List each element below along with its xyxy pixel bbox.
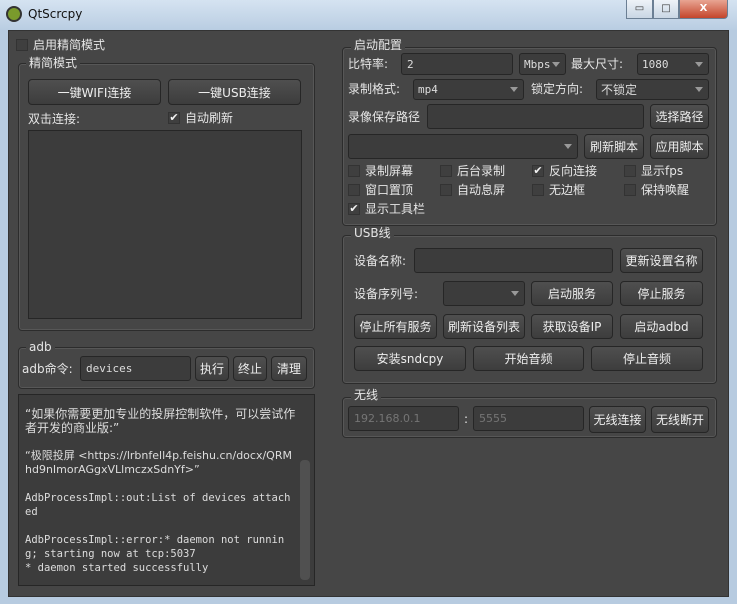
- record-path-label: 录像保存路径: [348, 110, 421, 124]
- wireless-connect-button[interactable]: 无线连接: [589, 406, 646, 433]
- chevron-down-icon: [552, 61, 560, 67]
- group-title: 启动配置: [351, 38, 406, 52]
- stop-service-button[interactable]: 停止服务: [620, 281, 703, 306]
- checkbox-box[interactable]: [16, 39, 28, 51]
- serial-label: 设备序列号:: [354, 287, 419, 301]
- device-name-input[interactable]: [414, 248, 613, 273]
- record-path-input[interactable]: [427, 104, 644, 129]
- refresh-script-button[interactable]: 刷新脚本: [584, 134, 644, 159]
- checkbox-box[interactable]: [624, 184, 636, 196]
- chevron-down-icon: [564, 144, 572, 149]
- device-list[interactable]: [28, 130, 302, 319]
- refresh-devices-button[interactable]: 刷新设备列表: [443, 314, 525, 339]
- log-line: AdbProcessImpl::error:* daemon not runni…: [25, 534, 285, 574]
- start-audio-button[interactable]: 开始音频: [473, 346, 584, 371]
- option-checkbox[interactable]: 录制屏幕: [348, 164, 413, 178]
- record-format-combo[interactable]: mp4: [413, 79, 524, 100]
- start-adbd-button[interactable]: 启动adbd: [620, 314, 703, 339]
- adb-command-input[interactable]: devices: [80, 356, 191, 381]
- bitrate-input[interactable]: 2: [401, 53, 513, 75]
- check-icon[interactable]: ✔: [168, 112, 180, 124]
- usb-connect-button[interactable]: 一键USB连接: [168, 79, 301, 105]
- option-checkbox[interactable]: ✔ 显示工具栏: [348, 202, 425, 216]
- wireless-disconnect-button[interactable]: 无线断开: [651, 406, 709, 433]
- bitrate-unit-combo[interactable]: Mbps: [519, 53, 566, 75]
- double-click-label: 双击连接:: [28, 112, 81, 126]
- install-sndcpy-button[interactable]: 安装sndcpy: [354, 346, 466, 371]
- checkbox-box[interactable]: [624, 165, 636, 177]
- simple-mode-checkbox[interactable]: 启用精简模式: [16, 38, 105, 52]
- log-output[interactable]: “如果你需要更加专业的投屏控制软件，可以尝试作者开发的商业版:” “极限投屏 <…: [18, 394, 315, 586]
- option-checkbox[interactable]: 自动息屏: [440, 183, 505, 197]
- log-line: “如果你需要更加专业的投屏控制软件，可以尝试作者开发的商业版:”: [25, 407, 296, 435]
- ip-input[interactable]: [348, 406, 459, 431]
- wifi-connect-button[interactable]: 一键WIFI连接: [28, 79, 161, 105]
- apply-script-button[interactable]: 应用脚本: [650, 134, 709, 159]
- max-size-label: 最大尺寸:: [571, 57, 624, 71]
- chevron-down-icon: [511, 291, 519, 296]
- lock-orientation-label: 锁定方向:: [531, 82, 584, 96]
- check-icon[interactable]: ✔: [532, 165, 544, 177]
- checkbox-box[interactable]: [440, 184, 452, 196]
- execute-button[interactable]: 执行: [195, 356, 229, 381]
- window-title: QtScrcpy: [28, 7, 83, 21]
- select-path-button[interactable]: 选择路径: [650, 104, 709, 129]
- option-checkbox[interactable]: ✔ 反向连接: [532, 164, 597, 178]
- stop-audio-button[interactable]: 停止音频: [591, 346, 703, 371]
- close-button[interactable]: X: [679, 0, 728, 19]
- group-title: 精简模式: [26, 56, 81, 70]
- option-checkbox[interactable]: 保持唤醒: [624, 183, 689, 197]
- checkbox-box[interactable]: [348, 165, 360, 177]
- checkbox-box[interactable]: [440, 165, 452, 177]
- record-format-label: 录制格式:: [348, 82, 401, 96]
- clear-button[interactable]: 清理: [271, 356, 307, 381]
- title-bar[interactable]: QtScrcpy ▭ □ X: [0, 0, 737, 30]
- chevron-down-icon: [510, 87, 518, 92]
- lock-orientation-combo[interactable]: 不锁定: [596, 79, 709, 100]
- device-name-label: 设备名称:: [354, 254, 407, 268]
- chevron-down-icon: [695, 61, 703, 67]
- max-size-combo[interactable]: 1080: [637, 53, 709, 75]
- start-service-button[interactable]: 启动服务: [531, 281, 613, 306]
- adb-command-label: adb命令:: [22, 362, 73, 376]
- group-title: adb: [26, 340, 55, 354]
- script-combo[interactable]: [348, 134, 578, 159]
- auto-refresh-checkbox[interactable]: ✔ 自动刷新: [168, 111, 233, 125]
- update-name-button[interactable]: 更新设置名称: [620, 248, 703, 273]
- group-title: 无线: [351, 388, 382, 402]
- maximize-button[interactable]: □: [653, 0, 679, 19]
- minimize-button[interactable]: ▭: [626, 0, 653, 19]
- log-line: “极限投屏 <https://lrbnfell4p.feishu.cn/docx…: [25, 449, 292, 476]
- checkbox-box[interactable]: [348, 184, 360, 196]
- option-checkbox[interactable]: 无边框: [532, 183, 585, 197]
- check-icon[interactable]: ✔: [348, 203, 360, 215]
- terminate-button[interactable]: 终止: [233, 356, 267, 381]
- group-title: USB线: [351, 226, 394, 240]
- option-checkbox[interactable]: 窗口置顶: [348, 183, 413, 197]
- checkbox-box[interactable]: [532, 184, 544, 196]
- option-checkbox[interactable]: 后台录制: [440, 164, 505, 178]
- bitrate-label: 比特率:: [348, 57, 389, 71]
- get-device-ip-button[interactable]: 获取设备IP: [531, 314, 613, 339]
- port-input[interactable]: [473, 406, 584, 431]
- log-scrollbar[interactable]: [300, 460, 310, 580]
- stop-all-services-button[interactable]: 停止所有服务: [354, 314, 437, 339]
- log-line: AdbProcessImpl::out:List of devices atta…: [25, 492, 291, 518]
- chevron-down-icon: [695, 87, 703, 92]
- serial-combo[interactable]: [443, 281, 525, 306]
- android-icon: [6, 6, 22, 22]
- option-checkbox[interactable]: 显示fps: [624, 164, 683, 178]
- ip-port-separator: :: [464, 412, 469, 426]
